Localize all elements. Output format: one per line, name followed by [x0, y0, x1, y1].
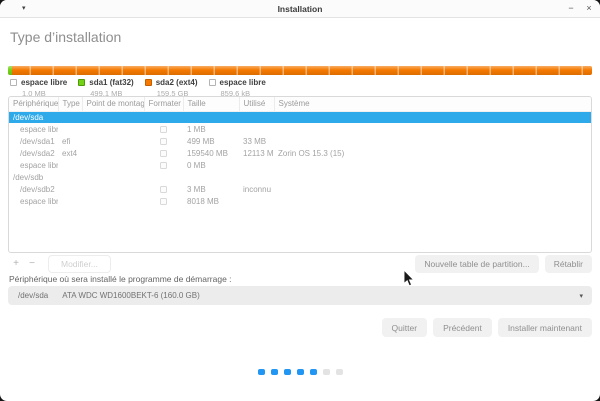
partition-bar [8, 66, 592, 75]
partition-segment [12, 66, 592, 75]
remove-partition-button[interactable]: − [24, 256, 40, 272]
progress-dot [310, 369, 317, 375]
progress-dot [297, 369, 304, 375]
window-title: Installation [0, 4, 600, 14]
quit-button[interactable]: Quitter [382, 318, 428, 337]
column-header[interactable]: Utilisé [239, 97, 274, 111]
installer-window: ▾ Installation − × Type d’installation e… [0, 0, 600, 401]
add-partition-button[interactable]: + [8, 256, 24, 272]
progress-dot [271, 369, 278, 375]
boot-device-value: /dev/sda [18, 291, 48, 300]
table-row[interactable]: espace libre8018 MB [9, 195, 591, 207]
legend-color-swatch [209, 79, 216, 86]
table-row[interactable]: espace libre0 MB [9, 159, 591, 171]
legend-item: espace libre1.0 MB [10, 78, 67, 98]
nav-buttons: Quitter Précédent Installer maintenant [382, 318, 592, 337]
new-partition-table-button[interactable]: Nouvelle table de partition... [415, 255, 538, 273]
legend-color-swatch [145, 79, 152, 86]
table-row[interactable]: /dev/sda2ext4159540 MB12113 MBZorin OS 1… [9, 147, 591, 159]
page-title: Type d’installation [10, 29, 121, 45]
edit-partition-button[interactable]: Modifier... [48, 255, 111, 273]
partitions-table[interactable]: PériphériqueTypePoint de montageFormater… [8, 96, 592, 253]
progress-dots [0, 369, 600, 375]
legend-label: sda2 (ext4) [156, 78, 198, 87]
progress-dot [284, 369, 291, 375]
chevron-down-icon: ▾ [579, 292, 583, 300]
column-header[interactable]: Type [58, 97, 82, 111]
revert-button[interactable]: Rétablir [545, 255, 592, 273]
minimize-button[interactable]: − [564, 0, 578, 18]
format-checkbox[interactable] [160, 162, 167, 169]
progress-dot [258, 369, 265, 375]
progress-dot [323, 369, 330, 375]
legend-color-swatch [10, 79, 17, 86]
column-header[interactable]: Périphérique [9, 97, 58, 111]
table-header-row: PériphériqueTypePoint de montageFormater… [9, 97, 591, 111]
partition-legend: espace libre1.0 MBsda1 (fat32)499.1 MBsd… [10, 78, 266, 98]
boot-device-select[interactable]: /dev/sda ATA WDC WD1600BEKT-6 (160.0 GB)… [8, 286, 592, 305]
back-button[interactable]: Précédent [433, 318, 492, 337]
format-checkbox[interactable] [160, 126, 167, 133]
legend-label: espace libre [220, 78, 266, 87]
boot-device-description: ATA WDC WD1600BEKT-6 (160.0 GB) [62, 291, 200, 300]
legend-label: sda1 (fat32) [89, 78, 133, 87]
window-menu-icon[interactable]: ▾ [22, 0, 26, 18]
progress-dot [336, 369, 343, 375]
table-row[interactable]: espace libre1 MB [9, 123, 591, 135]
legend-label: espace libre [21, 78, 67, 87]
format-checkbox[interactable] [160, 150, 167, 157]
legend-item: espace libre859.6 kB [209, 78, 266, 98]
legend-item: sda1 (fat32)499.1 MB [78, 78, 133, 98]
format-checkbox[interactable] [160, 186, 167, 193]
install-now-button[interactable]: Installer maintenant [498, 318, 592, 337]
partition-toolbar: + − Modifier... Nouvelle table de partit… [8, 255, 592, 273]
boot-device-label: Périphérique où sera installé le program… [9, 274, 232, 284]
table-row[interactable]: /dev/sda1efi499 MB33 MB [9, 135, 591, 147]
table-row[interactable]: /dev/sdb23 MBinconnu [9, 183, 591, 195]
column-header[interactable]: Taille [183, 97, 239, 111]
column-header[interactable]: Système [274, 97, 591, 111]
close-button[interactable]: × [582, 0, 596, 18]
format-checkbox[interactable] [160, 198, 167, 205]
table-row[interactable]: /dev/sda [9, 111, 591, 123]
table-row[interactable]: /dev/sdb [9, 171, 591, 183]
column-header[interactable]: Point de montage [82, 97, 144, 111]
column-header[interactable]: Formater ? [144, 97, 183, 111]
legend-item: sda2 (ext4)159.5 GB [145, 78, 198, 98]
titlebar: ▾ Installation − × [0, 0, 600, 18]
legend-color-swatch [78, 79, 85, 86]
format-checkbox[interactable] [160, 138, 167, 145]
